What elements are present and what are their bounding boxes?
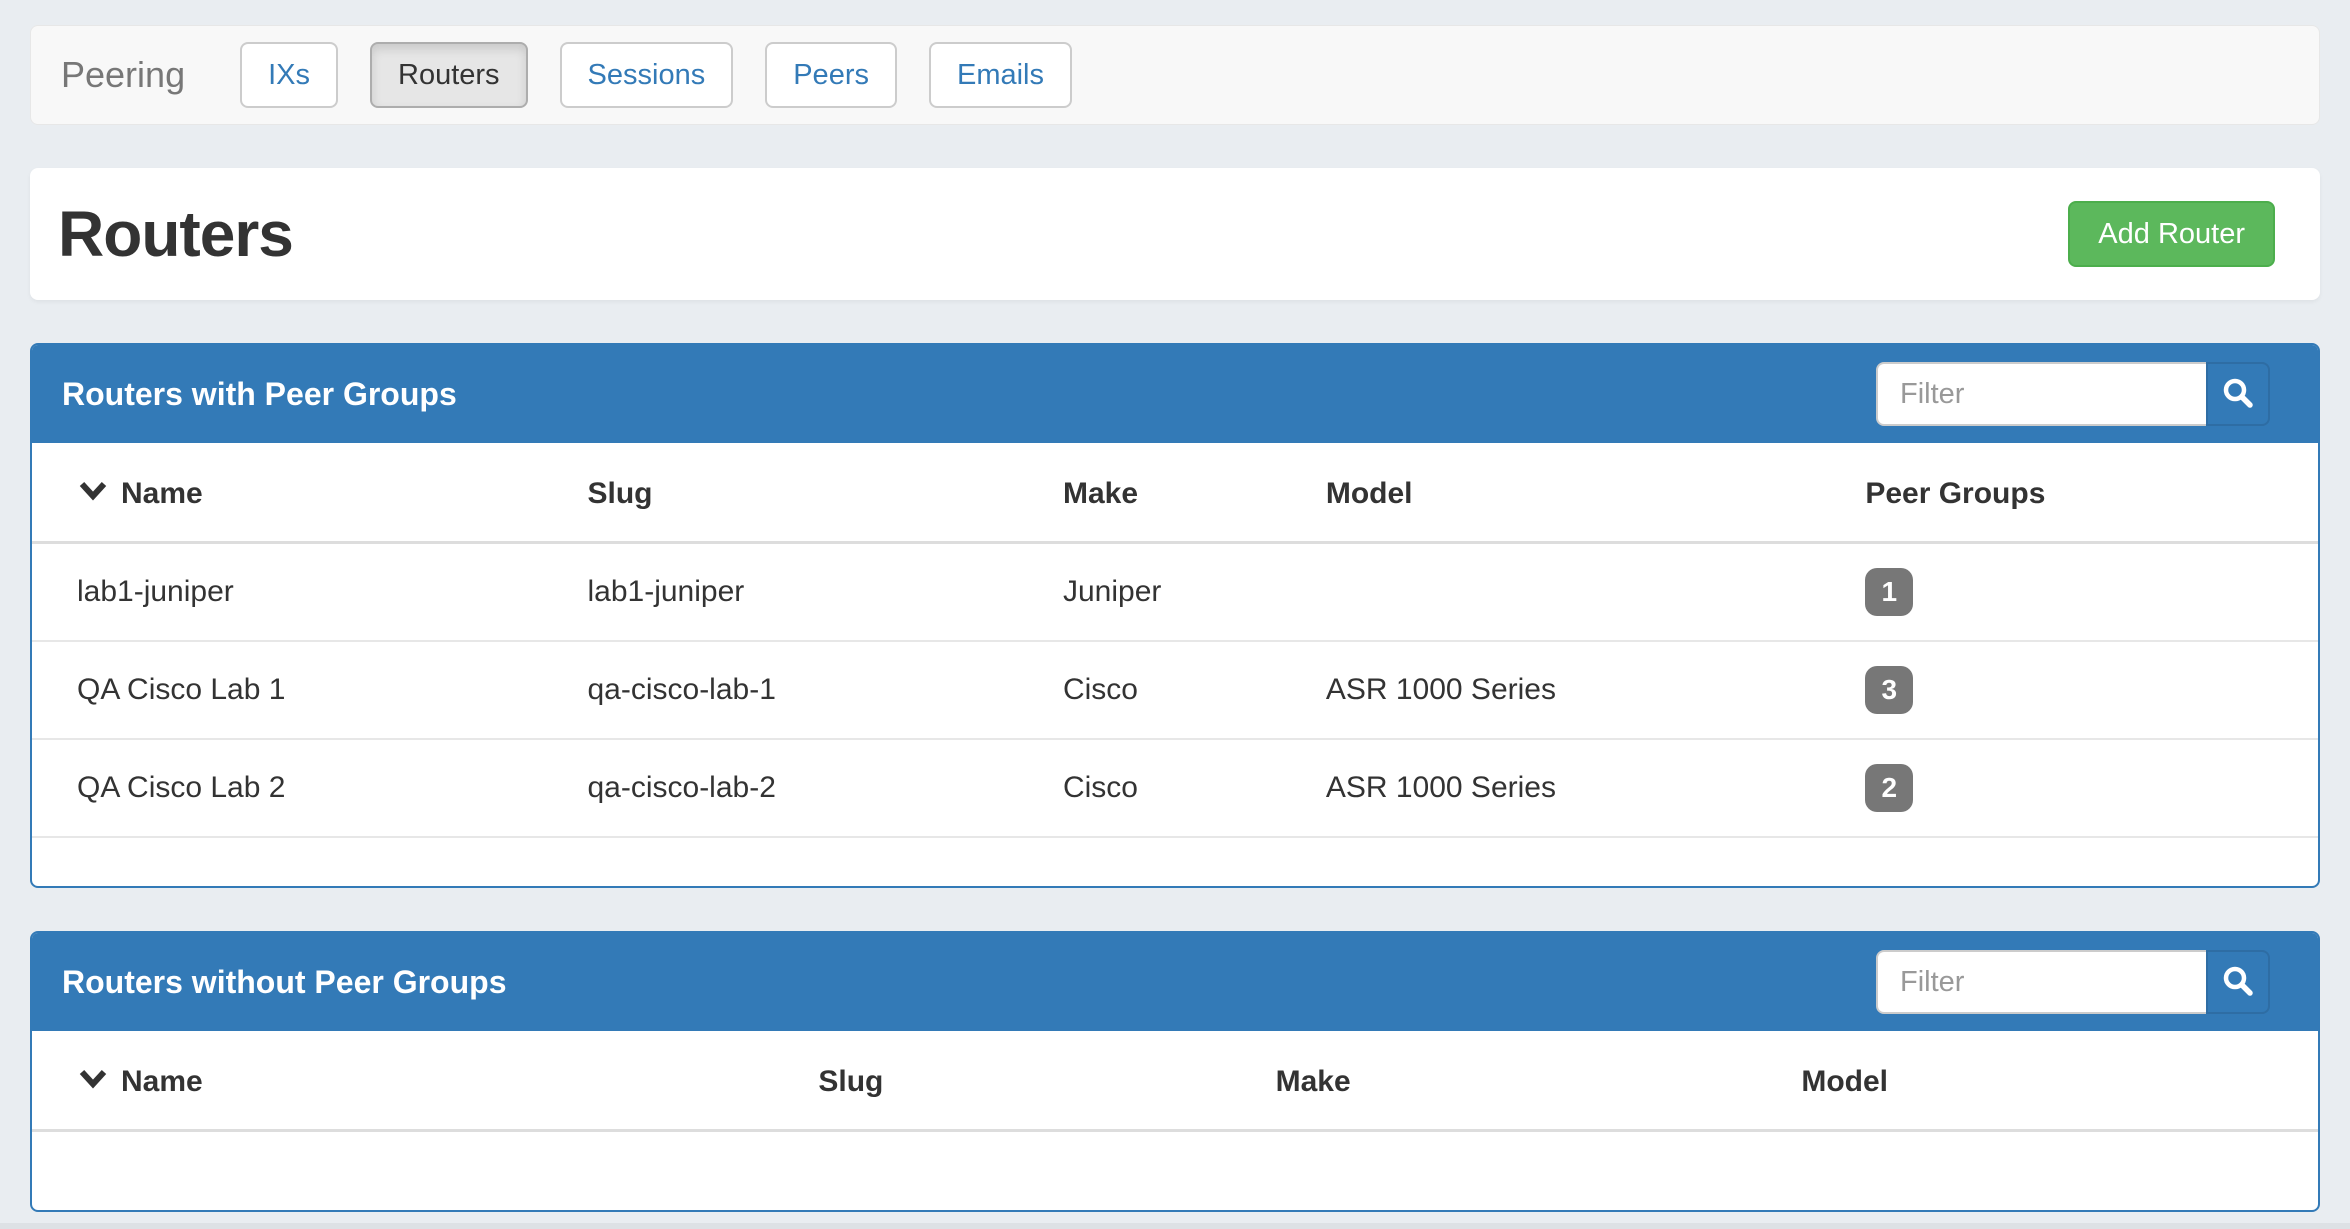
cell-model xyxy=(1310,543,1849,642)
panel-heading: Routers with Peer Groups xyxy=(32,345,2318,443)
nav-peers-button[interactable]: Peers xyxy=(765,42,897,108)
search-button[interactable] xyxy=(2206,362,2270,426)
column-header-slug[interactable]: Slug xyxy=(571,443,1046,543)
window-bottom-edge xyxy=(0,1223,2350,1229)
panel-heading: Routers without Peer Groups xyxy=(32,933,2318,1031)
cell-name: QA Cisco Lab 2 xyxy=(32,739,571,837)
filter-input[interactable] xyxy=(1876,362,2208,426)
cell-slug: lab1-juniper xyxy=(571,543,1046,642)
brand-peering[interactable]: Peering xyxy=(61,54,185,96)
navbar: Peering IXs Routers Sessions Peers Email… xyxy=(30,25,2320,125)
column-header-slug[interactable]: Slug xyxy=(802,1031,1259,1131)
column-header-make[interactable]: Make xyxy=(1260,1031,1786,1131)
cell-model: ASR 1000 Series xyxy=(1310,641,1849,739)
panel-bottom-spacer xyxy=(32,1132,2318,1210)
column-header-name[interactable]: Name xyxy=(32,443,571,543)
search-icon xyxy=(2221,964,2255,1001)
cell-slug: qa-cisco-lab-1 xyxy=(571,641,1046,739)
cell-peer-groups: 3 xyxy=(1849,641,2318,739)
page-header-card: Routers Add Router xyxy=(30,168,2320,300)
column-header-label: Name xyxy=(121,1065,203,1099)
peer-groups-count-badge: 1 xyxy=(1865,568,1913,616)
column-header-make[interactable]: Make xyxy=(1047,443,1310,543)
table-row: lab1-juniper lab1-juniper Juniper 1 xyxy=(32,543,2318,642)
cell-make: Cisco xyxy=(1047,641,1310,739)
filter-group xyxy=(1876,950,2270,1014)
table-row: QA Cisco Lab 2 qa-cisco-lab-2 Cisco ASR … xyxy=(32,739,2318,837)
nav-sessions-button[interactable]: Sessions xyxy=(560,42,734,108)
cell-make: Juniper xyxy=(1047,543,1310,642)
chevron-down-icon xyxy=(79,477,107,511)
filter-group xyxy=(1876,362,2270,426)
nav-routers-button[interactable]: Routers xyxy=(370,42,528,108)
peer-groups-count-badge: 3 xyxy=(1865,666,1913,714)
add-router-button[interactable]: Add Router xyxy=(2068,201,2275,267)
column-header-model[interactable]: Model xyxy=(1310,443,1849,543)
search-button[interactable] xyxy=(2206,950,2270,1014)
nav-ixs-button[interactable]: IXs xyxy=(240,42,338,108)
page-title: Routers xyxy=(58,197,293,271)
filter-input[interactable] xyxy=(1876,950,2208,1014)
cell-peer-groups: 1 xyxy=(1849,543,2318,642)
column-header-model[interactable]: Model xyxy=(1785,1031,2318,1131)
nav-emails-button[interactable]: Emails xyxy=(929,42,1072,108)
cell-name: lab1-juniper xyxy=(32,543,571,642)
table-header-row: Name Slug Make Model xyxy=(32,1031,2318,1131)
panel-routers-without-peer-groups: Routers without Peer Groups xyxy=(30,931,2320,1212)
cell-slug: qa-cisco-lab-2 xyxy=(571,739,1046,837)
cell-make: Cisco xyxy=(1047,739,1310,837)
column-header-name[interactable]: Name xyxy=(32,1031,802,1131)
table-row: QA Cisco Lab 1 qa-cisco-lab-1 Cisco ASR … xyxy=(32,641,2318,739)
chevron-down-icon xyxy=(79,1065,107,1099)
cell-name: QA Cisco Lab 1 xyxy=(32,641,571,739)
routers-with-peer-groups-table: Name Slug Make Model Peer Groups lab1-ju… xyxy=(32,443,2318,838)
cell-peer-groups: 2 xyxy=(1849,739,2318,837)
peer-groups-count-badge: 2 xyxy=(1865,764,1913,812)
column-header-peer-groups[interactable]: Peer Groups xyxy=(1849,443,2318,543)
panel-title: Routers with Peer Groups xyxy=(62,376,457,413)
table-header-row: Name Slug Make Model Peer Groups xyxy=(32,443,2318,543)
routers-without-peer-groups-table: Name Slug Make Model xyxy=(32,1031,2318,1132)
panel-bottom-spacer xyxy=(32,838,2318,886)
panel-title: Routers without Peer Groups xyxy=(62,964,506,1001)
search-icon xyxy=(2221,376,2255,413)
cell-model: ASR 1000 Series xyxy=(1310,739,1849,837)
panel-routers-with-peer-groups: Routers with Peer Groups xyxy=(30,343,2320,888)
page-container: Peering IXs Routers Sessions Peers Email… xyxy=(0,25,2350,1212)
column-header-label: Name xyxy=(121,477,203,511)
